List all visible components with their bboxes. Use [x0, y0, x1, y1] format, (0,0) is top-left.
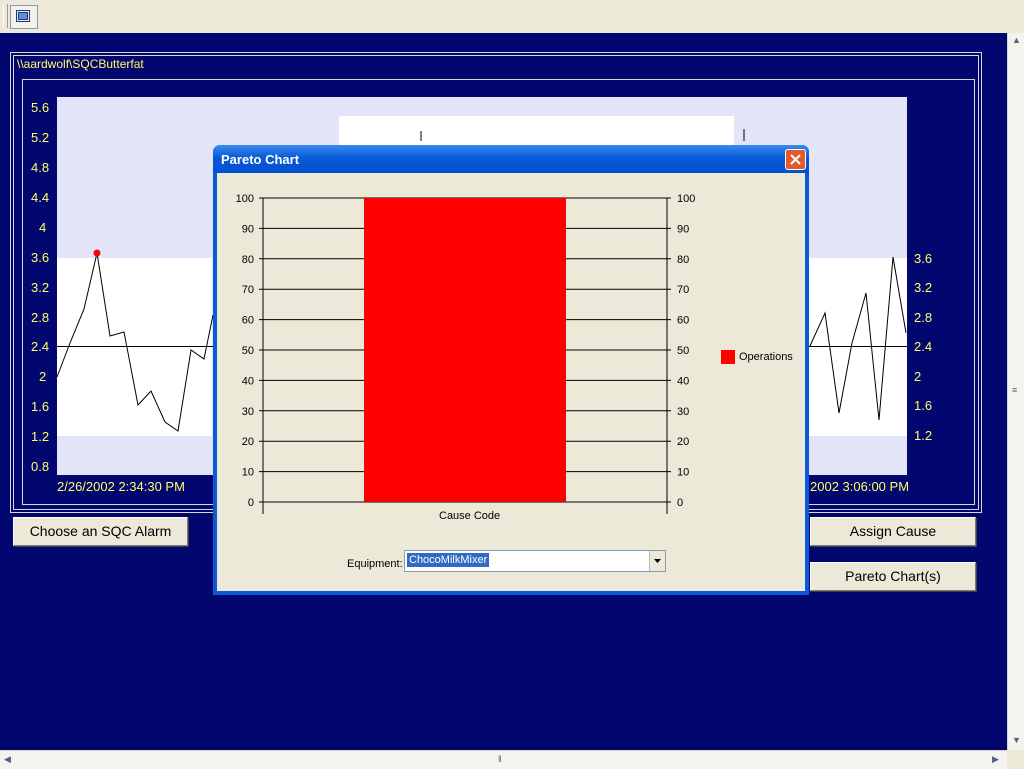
y-tick-label: 70 — [242, 284, 254, 296]
y2-tick-label: 60 — [677, 315, 689, 327]
dialog-body: 100 90 80 70 60 50 40 30 20 10 0 100 90 80 70 60 50 40 30 2… — [217, 173, 805, 591]
y-right-tick-label: 1.2 — [914, 428, 933, 443]
y-right-tick-label: 3.2 — [914, 280, 933, 295]
y-tick-label: 60 — [242, 315, 254, 327]
scroll-grip-icon[interactable]: ≡ — [1012, 385, 1017, 395]
y-tick-label: 0.8 — [31, 459, 50, 474]
y-tick-label: 2.8 — [31, 310, 50, 325]
y-tick-label: 1.2 — [31, 429, 50, 444]
y2-tick-label: 40 — [677, 375, 689, 387]
trend-line-left — [56, 252, 214, 432]
y-tick-label: 30 — [242, 406, 254, 418]
scroll-down-icon[interactable]: ▼ — [1012, 735, 1021, 745]
y2-tick-label: 100 — [677, 193, 695, 205]
x-start-label: 2/26/2002 2:34:30 PM — [57, 479, 185, 494]
toolbar — [0, 0, 1024, 34]
alarm-point — [93, 249, 101, 257]
equipment-label: Equipment: — [347, 558, 403, 570]
y-right-tick-label: 2 — [914, 369, 922, 384]
y-tick-label: 20 — [242, 436, 254, 448]
y-tick-label: 90 — [242, 223, 254, 235]
scroll-grip-icon[interactable]: ‖ — [498, 754, 502, 764]
y-tick-label: 80 — [242, 254, 254, 266]
dialog-titlebar[interactable]: Pareto Chart — [213, 145, 809, 173]
y-tick-label: 5.2 — [31, 130, 50, 145]
close-button[interactable] — [785, 149, 806, 170]
scroll-left-icon[interactable]: ◀ — [4, 754, 11, 765]
scroll-up-icon[interactable]: ▲ — [1012, 35, 1021, 45]
y-tick-label: 50 — [242, 345, 254, 357]
y-tick-label: 100 — [236, 193, 254, 205]
y-tick-label: 4.8 — [31, 160, 50, 175]
window-icon[interactable] — [10, 5, 38, 29]
y-tick-label: 1.6 — [31, 399, 50, 414]
dropdown-button[interactable] — [649, 551, 665, 571]
y-right-tick-label: 2.4 — [914, 339, 933, 354]
toolbar-grip[interactable] — [3, 4, 8, 28]
horizontal-scrollbar[interactable]: ◀ ‖ ▶ — [0, 750, 1007, 769]
legend-swatch — [721, 350, 735, 364]
scroll-right-icon[interactable]: ▶ — [992, 754, 999, 765]
chevron-down-icon — [654, 559, 661, 563]
y2-tick-label: 70 — [677, 284, 689, 296]
scroll-corner — [1007, 750, 1024, 768]
equipment-dropdown[interactable]: ChocoMilkMixer — [404, 550, 666, 572]
y-tick-label: 2.4 — [31, 339, 50, 354]
y-tick-label: 0 — [248, 497, 254, 509]
pareto-chart-dialog: Pareto Chart 100 90 80 70 60 50 40 30 20 10 0 100 90… — [213, 145, 809, 595]
x-end-label: 2002 3:06:00 PM — [810, 479, 910, 494]
y-tick-label: 4 — [39, 220, 47, 235]
pareto-charts-button[interactable]: Pareto Chart(s) — [810, 562, 976, 591]
y-tick-label: 2 — [39, 369, 47, 384]
y-tick-label: 4.4 — [31, 190, 50, 205]
y2-tick-label: 30 — [677, 406, 689, 418]
y2-tick-label: 0 — [677, 497, 683, 509]
y2-tick-label: 90 — [677, 223, 689, 235]
trend-line-right — [809, 256, 907, 421]
dialog-title: Pareto Chart — [221, 152, 300, 167]
close-icon — [790, 154, 801, 165]
y-right-tick-label: 3.6 — [914, 251, 933, 266]
x-axis-label: Cause Code — [439, 510, 501, 522]
y-tick-label: 40 — [242, 375, 254, 387]
pareto-bar — [364, 198, 566, 502]
y-tick-label: 10 — [242, 467, 254, 479]
y2-tick-label: 80 — [677, 254, 689, 266]
equipment-value: ChocoMilkMixer — [407, 553, 490, 567]
y2-tick-label: 50 — [677, 345, 689, 357]
legend-label: Operations — [739, 351, 793, 363]
y-right-tick-label: 1.6 — [914, 398, 933, 413]
y-tick-label: 5.6 — [31, 100, 50, 115]
y-tick-label: 3.6 — [31, 250, 50, 265]
y-right-tick-label: 2.8 — [914, 310, 933, 325]
y2-tick-label: 10 — [677, 467, 689, 479]
choose-sqc-alarm-button[interactable]: Choose an SQC Alarm — [13, 517, 188, 546]
y-tick-label: 3.2 — [31, 280, 50, 295]
assign-cause-button[interactable]: Assign Cause — [810, 517, 976, 546]
vertical-scrollbar[interactable]: ▲ ≡ ▼ — [1007, 33, 1024, 750]
y2-tick-label: 20 — [677, 436, 689, 448]
pareto-chart: 1009080706050403020100100908070605040302… — [236, 193, 695, 514]
